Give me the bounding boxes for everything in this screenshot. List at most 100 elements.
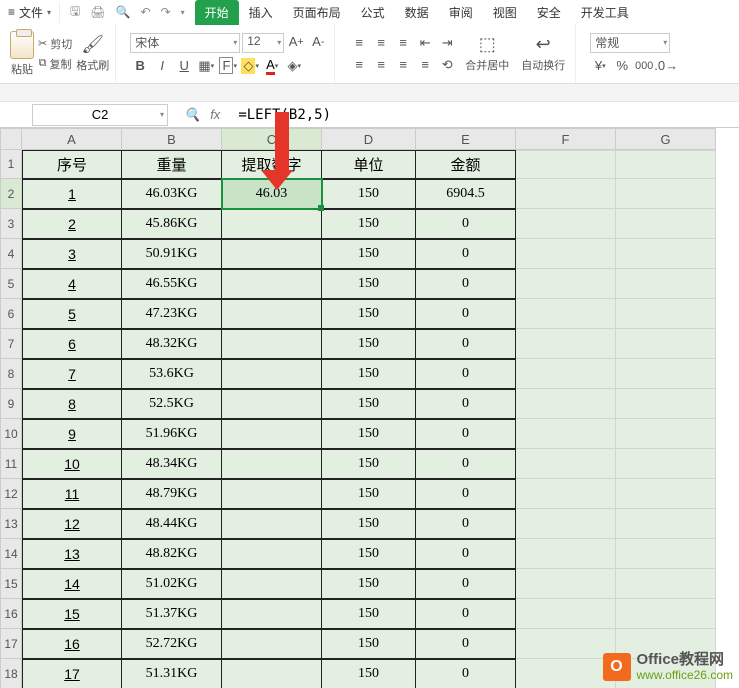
cell[interactable]: 0 [416,569,516,599]
cell[interactable] [616,209,716,239]
formula-input[interactable]: =LEFT(B2,5) [236,107,739,123]
cell[interactable]: 0 [416,659,516,688]
cell[interactable] [222,299,322,329]
row-header[interactable]: 11 [0,449,22,479]
cell[interactable] [616,299,716,329]
font-size-select[interactable]: 12 ▾ [242,33,284,53]
orientation-button[interactable]: ⟲ [437,56,457,74]
underline-button[interactable]: U [174,57,194,75]
cell[interactable]: 150 [322,659,416,688]
indent-right-button[interactable]: ⇥ [437,34,457,52]
cell[interactable]: 0 [416,389,516,419]
tab-formula[interactable]: 公式 [351,0,395,25]
cell[interactable] [516,179,616,209]
cell[interactable] [516,509,616,539]
col-header-d[interactable]: D [322,128,416,150]
cell[interactable] [616,179,716,209]
cell[interactable] [516,269,616,299]
increase-font-button[interactable]: A+ [286,33,306,51]
cell[interactable] [222,659,322,688]
cell[interactable] [516,299,616,329]
print-icon[interactable]: 🖨 [90,5,105,19]
cell[interactable]: 150 [322,539,416,569]
cell[interactable]: 7 [22,359,122,389]
cell[interactable] [616,389,716,419]
cell[interactable] [222,269,322,299]
cell[interactable]: 48.79KG [122,479,222,509]
cell[interactable]: 11 [22,479,122,509]
cut-button[interactable]: ✂ 剪切 [38,35,72,53]
format-painter-button[interactable]: 🖌 格式刷 [76,34,109,73]
cell[interactable] [616,569,716,599]
row-header[interactable]: 5 [0,269,22,299]
cell[interactable] [516,329,616,359]
cell[interactable]: 150 [322,299,416,329]
cell[interactable]: 6904.5 [416,179,516,209]
row-header[interactable]: 13 [0,509,22,539]
zoom-icon[interactable]: 🔍 [184,107,200,123]
col-header-e[interactable]: E [416,128,516,150]
cell[interactable]: 0 [416,209,516,239]
decrease-font-button[interactable]: A- [308,33,328,51]
header-cell[interactable]: 单位 [322,150,416,179]
cell[interactable]: 14 [22,569,122,599]
cell[interactable]: 150 [322,599,416,629]
cell[interactable]: 12 [22,509,122,539]
save-icon[interactable]: 🖫 [70,2,80,23]
cell[interactable]: 48.34KG [122,449,222,479]
cell[interactable] [222,629,322,659]
cell[interactable] [222,329,322,359]
row-header[interactable]: 2 [0,179,22,209]
cell[interactable]: 0 [416,599,516,629]
cell[interactable]: 150 [322,389,416,419]
cell[interactable] [616,269,716,299]
cell[interactable]: 150 [322,269,416,299]
cell[interactable]: 0 [416,359,516,389]
cell[interactable]: 150 [322,479,416,509]
bold-button[interactable]: B [130,57,150,75]
cell[interactable]: 52.5KG [122,389,222,419]
cell[interactable]: 51.31KG [122,659,222,688]
row-header[interactable]: 14 [0,539,22,569]
cell[interactable] [616,239,716,269]
phonetic-button[interactable]: ◈▾ [284,57,304,75]
cell[interactable]: 48.82KG [122,539,222,569]
cell[interactable]: 150 [322,449,416,479]
cell[interactable] [222,209,322,239]
wrap-text-button[interactable]: ↩ 自动换行 [517,34,569,73]
cell[interactable]: 0 [416,269,516,299]
font-name-select[interactable]: 宋体 ▾ [130,33,240,53]
cell[interactable]: 52.72KG [122,629,222,659]
row-header[interactable]: 17 [0,629,22,659]
cell[interactable]: 0 [416,239,516,269]
fx-icon[interactable]: fx [210,107,220,122]
row-header[interactable]: 18 [0,659,22,688]
row-header[interactable]: 16 [0,599,22,629]
tab-data[interactable]: 数据 [395,0,439,25]
cell[interactable]: 150 [322,359,416,389]
cell[interactable] [222,239,322,269]
cell[interactable]: 150 [322,209,416,239]
percent-button[interactable]: % [612,57,632,75]
cell[interactable]: 17 [22,659,122,688]
cell[interactable] [616,479,716,509]
cell[interactable] [616,539,716,569]
tab-developer[interactable]: 开发工具 [571,0,639,25]
cell[interactable] [516,539,616,569]
number-format-select[interactable]: 常规 ▾ [590,33,670,53]
currency-button[interactable]: ¥▾ [590,57,610,75]
cell[interactable]: 46.03KG [122,179,222,209]
cell[interactable]: 15 [22,599,122,629]
cell[interactable] [516,449,616,479]
align-bottom-button[interactable]: ≡ [393,34,413,52]
tab-home[interactable]: 开始 [195,0,239,25]
spreadsheet[interactable]: A B C D E F G 1 序号 重量 提取数字 单位 金额 2146.03… [0,128,739,688]
cell[interactable]: 150 [322,419,416,449]
indent-left-button[interactable]: ⇤ [415,34,435,52]
tab-insert[interactable]: 插入 [239,0,283,25]
italic-button[interactable]: I [152,57,172,75]
cell[interactable]: 2 [22,209,122,239]
cell[interactable] [516,629,616,659]
fill-color-button[interactable]: ◇▾ [240,57,260,75]
chevron-down-icon[interactable]: ▾ [181,8,185,17]
